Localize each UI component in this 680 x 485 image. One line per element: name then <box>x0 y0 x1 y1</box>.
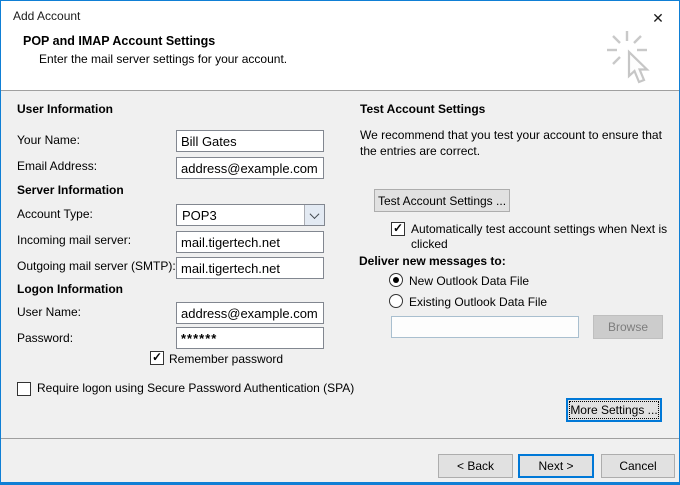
account-type-value: POP3 <box>182 207 217 223</box>
back-button[interactable]: < Back <box>438 454 513 478</box>
deliver-heading: Deliver new messages to: <box>359 254 506 268</box>
section-user-information: User Information <box>17 102 114 116</box>
your-name-label: Your Name: <box>17 133 80 147</box>
remember-password-label: Remember password <box>169 352 284 366</box>
data-file-path-input <box>391 316 579 338</box>
chevron-down-icon <box>309 208 320 219</box>
check-icon: ✓ <box>392 221 404 235</box>
browse-button: Browse <box>593 315 663 339</box>
test-description: We recommend that you test your account … <box>360 128 662 158</box>
close-icon[interactable]: ✕ <box>647 8 669 28</box>
test-account-settings-button[interactable]: Test Account Settings ... <box>374 189 510 212</box>
section-logon-information: Logon Information <box>17 282 123 296</box>
section-test-account: Test Account Settings <box>360 102 486 116</box>
new-data-file-radio[interactable] <box>389 273 403 287</box>
outgoing-server-label: Outgoing mail server (SMTP): <box>17 259 176 273</box>
more-settings-button[interactable]: More Settings ... <box>566 398 662 422</box>
spa-label: Require logon using Secure Password Auth… <box>37 381 355 395</box>
user-name-label: User Name: <box>17 305 82 319</box>
check-icon: ✓ <box>151 350 163 364</box>
your-name-input[interactable] <box>176 130 324 152</box>
email-address-input[interactable] <box>176 157 324 179</box>
page-subtitle: Enter the mail server settings for your … <box>39 52 288 66</box>
add-account-dialog: Add Account ✕ POP and IMAP Account Setti… <box>0 0 680 485</box>
cancel-button[interactable]: Cancel <box>601 454 675 478</box>
window-title: Add Account <box>13 9 81 23</box>
password-label: Password: <box>17 331 74 345</box>
section-server-information: Server Information <box>17 183 124 197</box>
account-type-select[interactable]: POP3 <box>176 204 325 226</box>
cursor-sparkle-icon <box>607 31 650 84</box>
account-type-label: Account Type: <box>17 207 93 221</box>
next-button[interactable]: Next > <box>518 454 594 478</box>
user-name-input[interactable] <box>176 302 324 324</box>
auto-test-checkbox[interactable]: ✓ <box>391 222 405 236</box>
existing-data-file-label: Existing Outlook Data File <box>409 295 548 309</box>
email-address-label: Email Address: <box>17 159 98 173</box>
spa-checkbox[interactable] <box>17 382 31 396</box>
auto-test-label: Automatically test account settings when… <box>411 222 668 251</box>
new-data-file-label: New Outlook Data File <box>409 274 530 288</box>
remember-password-checkbox[interactable]: ✓ <box>150 351 164 365</box>
password-input[interactable] <box>176 327 324 349</box>
dialog-header: Add Account ✕ POP and IMAP Account Setti… <box>1 1 679 91</box>
footer-separator <box>1 438 679 439</box>
incoming-server-input[interactable] <box>176 231 324 253</box>
incoming-server-label: Incoming mail server: <box>17 233 132 247</box>
combo-dropdown-button[interactable] <box>304 205 324 225</box>
outgoing-server-input[interactable] <box>176 257 324 279</box>
existing-data-file-radio[interactable] <box>389 294 403 308</box>
page-title: POP and IMAP Account Settings <box>23 34 216 48</box>
